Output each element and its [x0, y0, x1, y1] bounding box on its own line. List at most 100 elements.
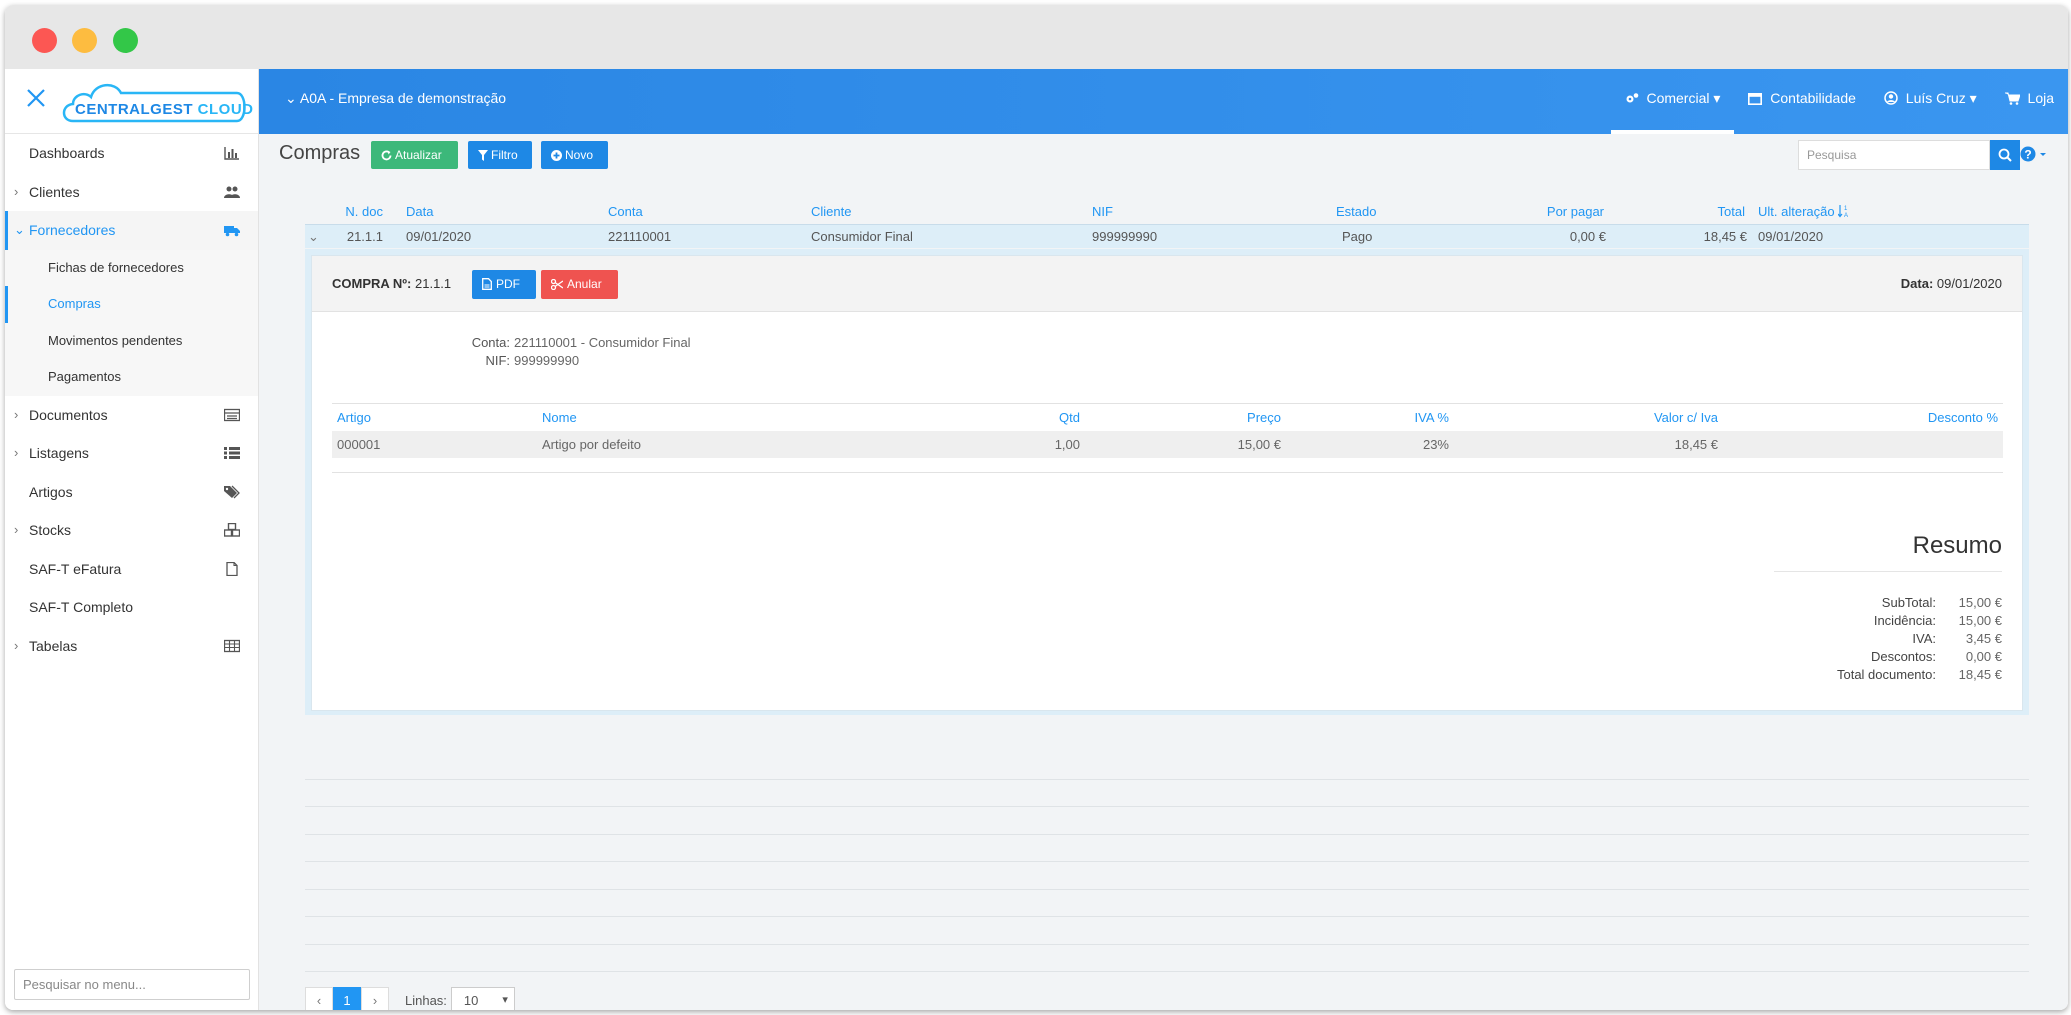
table-row	[305, 780, 2029, 807]
cell-nif: 999999990	[1092, 229, 1158, 244]
sidebar-item-label: Fichas de fornecedores	[48, 259, 184, 275]
table-row[interactable]: ⌄ 21.1.1 09/01/2020 221110001 Consumidor…	[305, 224, 2029, 248]
svg-text:?: ?	[2024, 148, 2031, 162]
svg-text:A: A	[1844, 213, 1848, 218]
line-preco: 15,00 €	[1237, 437, 1281, 452]
col-header-ndoc[interactable]: N. doc	[345, 200, 383, 224]
nav-label: Comercial	[1646, 90, 1710, 106]
iva-value: 3,45 €	[1965, 631, 2002, 646]
col-header-total[interactable]: Total	[1718, 200, 1745, 224]
nav-user-menu[interactable]: Luís Cruz ▾	[1870, 69, 1991, 134]
next-page-button[interactable]: ›	[361, 987, 389, 1010]
sidebar-item-artigos[interactable]: Artigos	[5, 473, 258, 512]
window-close-button[interactable]	[32, 28, 57, 53]
lines-per-page-select[interactable]: 10	[450, 987, 515, 1010]
col-header-nif[interactable]: NIF	[1092, 200, 1113, 224]
sidebar-item-fornecedores[interactable]: ⌄ Fornecedores	[5, 211, 258, 250]
menu-search-input[interactable]	[14, 969, 250, 1000]
users-icon	[224, 186, 240, 198]
descontos-value: 0,00 €	[1965, 649, 2002, 664]
total-documento-label: Total documento:	[1836, 667, 1936, 682]
window-minimize-button[interactable]	[72, 28, 97, 53]
grid-header: N. doc Data Conta Cliente NIF Estado Por…	[305, 200, 2029, 224]
col-header-qtd: Qtd	[1059, 410, 1080, 425]
cell-ndoc: 21.1.1	[346, 229, 383, 244]
search-input[interactable]	[1798, 140, 1990, 170]
sidebar-item-listagens[interactable]: › Listagens	[5, 434, 258, 473]
app-window: CENTRALGEST CLOUD Dashboards › Clientes …	[5, 5, 2068, 1010]
truck-icon	[224, 226, 240, 237]
list-icon	[224, 447, 240, 459]
pdf-button[interactable]: PDF	[472, 270, 536, 299]
company-name: A0A - Empresa de demonstração	[299, 90, 507, 106]
sidebar-item-dashboards[interactable]: Dashboards	[5, 134, 258, 173]
nav-contabilidade[interactable]: Contabilidade	[1734, 69, 1870, 134]
cell-total: 18,45 €	[1703, 229, 1747, 244]
sidebar-item-label: Clientes	[29, 183, 80, 200]
subtotal-label: SubTotal:	[1881, 595, 1936, 610]
compras-grid: N. doc Data Conta Cliente NIF Estado Por…	[305, 200, 2029, 248]
col-header-conta[interactable]: Conta	[608, 200, 643, 224]
sidebar-item-label: Documentos	[29, 406, 108, 423]
sidebar-item-label: Tabelas	[29, 637, 78, 654]
col-header-data[interactable]: Data	[406, 200, 433, 224]
sidebar-item-clientes[interactable]: › Clientes	[5, 173, 258, 212]
sidebar-item-saft-efatura[interactable]: SAF-T eFatura	[5, 550, 258, 589]
col-header-estado[interactable]: Estado	[1336, 200, 1376, 224]
table-row	[305, 917, 2029, 945]
sidebar-item-label: SAF-T eFatura	[29, 560, 122, 577]
top-navbar: ⌄ A0A - Empresa de demonstração Comercia…	[259, 69, 2068, 134]
close-menu-icon[interactable]	[25, 87, 51, 113]
prev-page-button[interactable]: ‹	[305, 987, 333, 1010]
document-header: COMPRA Nº: 21.1.1 PDF Anular Data: 09/01…	[312, 256, 2022, 312]
chevron-right-icon: ›	[14, 637, 19, 653]
company-selector[interactable]: ⌄ A0A - Empresa de demonstração	[285, 69, 506, 127]
info-labels: Conta: NIF:	[472, 334, 510, 370]
descontos-label: Descontos:	[1870, 649, 1936, 664]
cubes-icon	[224, 523, 240, 537]
top-nav: Comercial ▾ Contabilidade Luís Cruz ▾ Lo…	[1610, 69, 2068, 134]
chevron-down-icon[interactable]: ⌄	[308, 225, 319, 249]
row-detail-panel: COMPRA Nº: 21.1.1 PDF Anular Data: 09/01…	[305, 249, 2029, 715]
sidebar: CENTRALGEST CLOUD Dashboards › Clientes …	[5, 69, 259, 1010]
col-header-porpagar[interactable]: Por pagar	[1547, 200, 1604, 224]
iva-label: IVA:	[1912, 631, 1936, 646]
window-maximize-button[interactable]	[113, 28, 138, 53]
atualizar-label: Atualizar	[395, 148, 442, 162]
help-icon[interactable]: ?	[2020, 146, 2048, 164]
col-header-cliente[interactable]: Cliente	[811, 200, 851, 224]
search-button[interactable]	[1990, 140, 2020, 170]
novo-button[interactable]: Novo	[541, 141, 608, 169]
anular-button[interactable]: Anular	[541, 270, 618, 299]
col-header-valor: Valor c/ Iva	[1653, 410, 1718, 425]
search-box	[1798, 140, 2020, 170]
sidebar-subitem-pagamentos[interactable]: Pagamentos	[5, 359, 258, 396]
sidebar-item-saft-completo[interactable]: SAF-T Completo	[5, 588, 258, 627]
col-header-ultalt[interactable]: Ult. alteração 1A	[1758, 200, 1850, 224]
atualizar-button[interactable]: Atualizar	[371, 141, 458, 169]
sidebar-item-label: Listagens	[29, 445, 89, 461]
sidebar-subitem-movimentos-pendentes[interactable]: Movimentos pendentes	[5, 322, 258, 359]
filtro-button[interactable]: Filtro	[468, 141, 532, 169]
table-row	[305, 890, 2029, 917]
sidebar-item-stocks[interactable]: › Stocks	[5, 511, 258, 550]
info-values: 221110001 - Consumidor Final 999999990	[514, 334, 691, 370]
nav-comercial[interactable]: Comercial ▾	[1610, 69, 1735, 134]
svg-text:1: 1	[1844, 206, 1848, 212]
sidebar-subitem-fichas-fornecedores[interactable]: Fichas de fornecedores	[5, 249, 258, 286]
col-header-preco: Preço	[1247, 410, 1281, 425]
sidebar-subitem-compras[interactable]: Compras	[5, 286, 258, 323]
document-detail: COMPRA Nº: 21.1.1 PDF Anular Data: 09/01…	[311, 255, 2023, 711]
table-row	[305, 835, 2029, 862]
sidebar-item-tabelas[interactable]: › Tabelas	[5, 627, 258, 666]
nav-loja[interactable]: Loja	[1991, 69, 2068, 134]
sidebar-item-label: Artigos	[29, 483, 73, 500]
sidebar-item-documentos[interactable]: › Documentos	[5, 396, 258, 435]
brand-name: CENTRALGEST CLOUD	[75, 101, 254, 118]
refresh-icon	[381, 150, 392, 161]
conta-label: Conta:	[471, 335, 510, 350]
lines-header: Artigo Nome Qtd Preço IVA % Valor c/ Iva…	[332, 404, 2003, 431]
page-button-current[interactable]: 1	[333, 987, 361, 1010]
pagination: ‹ 1 › Linhas: 10	[305, 987, 515, 1010]
table-row	[305, 752, 2029, 780]
